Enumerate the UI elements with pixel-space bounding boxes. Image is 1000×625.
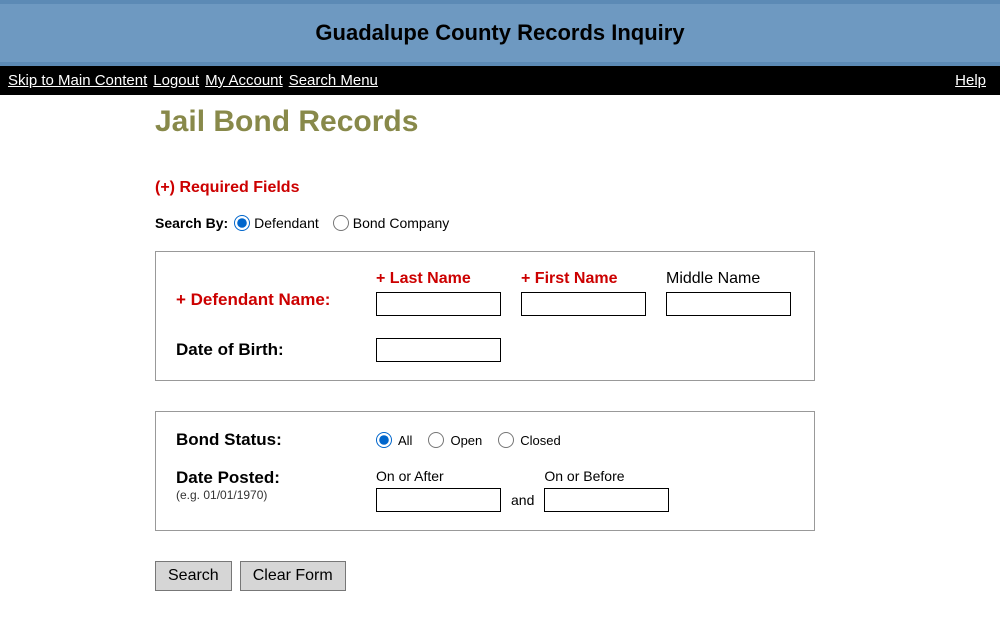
date-fields: On or After and On or Before (376, 468, 669, 512)
bond-status-row: Bond Status: All Open Closed (176, 430, 794, 450)
nav-bar: Skip to Main Content Logout My Account S… (0, 66, 1000, 95)
search-by-row: Search By: Defendant Bond Company (155, 215, 970, 231)
radio-open-label: Open (450, 433, 482, 448)
first-name-label: + First Name (521, 270, 646, 288)
my-account-link[interactable]: My Account (205, 72, 283, 89)
bond-status-radios: All Open Closed (376, 432, 571, 448)
middle-name-col: Middle Name (666, 270, 791, 316)
middle-name-label: Middle Name (666, 270, 791, 288)
clear-form-button[interactable]: Clear Form (240, 561, 346, 591)
on-before-label: On or Before (544, 468, 669, 484)
radio-all[interactable] (376, 432, 392, 448)
radio-defendant-label: Defendant (254, 215, 319, 231)
header-band: Guadalupe County Records Inquiry (0, 0, 1000, 66)
radio-bond-company[interactable] (333, 215, 349, 231)
defendant-name-label-cell: + Defendant Name: (176, 290, 356, 316)
required-fields-note: (+) Required Fields (155, 179, 970, 197)
skip-link[interactable]: Skip to Main Content (8, 72, 147, 89)
radio-defendant[interactable] (234, 215, 250, 231)
first-name-input[interactable] (521, 292, 646, 316)
radio-bond-company-label: Bond Company (353, 215, 450, 231)
dob-row: Date of Birth: (176, 338, 794, 362)
search-menu-link[interactable]: Search Menu (289, 72, 378, 89)
on-before-col: On or Before (544, 468, 669, 512)
bond-form-box: Bond Status: All Open Closed Date Posted… (155, 411, 815, 531)
defendant-name-label: + Defendant Name: (176, 290, 330, 309)
last-name-col: + Last Name (376, 270, 501, 316)
middle-name-input[interactable] (666, 292, 791, 316)
and-word: and (511, 492, 534, 512)
radio-closed-label: Closed (520, 433, 560, 448)
on-before-input[interactable] (544, 488, 669, 512)
radio-open[interactable] (428, 432, 444, 448)
bond-status-label-cell: Bond Status: (176, 430, 356, 450)
logout-link[interactable]: Logout (153, 72, 199, 89)
bond-status-label: Bond Status: (176, 430, 282, 449)
name-row: + Defendant Name: + Last Name + First Na… (176, 270, 794, 316)
dob-label-cell: Date of Birth: (176, 340, 356, 360)
radio-all-label: All (398, 433, 412, 448)
last-name-label: + Last Name (376, 270, 501, 288)
nav-left: Skip to Main Content Logout My Account S… (8, 72, 384, 89)
search-button[interactable]: Search (155, 561, 232, 591)
button-row: Search Clear Form (155, 561, 970, 591)
search-by-label: Search By: (155, 215, 228, 231)
page-heading: Jail Bond Records (155, 105, 970, 139)
help-link[interactable]: Help (955, 72, 986, 89)
radio-closed[interactable] (498, 432, 514, 448)
defendant-form-box: + Defendant Name: + Last Name + First Na… (155, 251, 815, 381)
date-posted-label-cell: Date Posted: (e.g. 01/01/1970) (176, 468, 356, 502)
dob-label: Date of Birth: (176, 340, 284, 359)
date-posted-row: Date Posted: (e.g. 01/01/1970) On or Aft… (176, 468, 794, 512)
on-after-input[interactable] (376, 488, 501, 512)
last-name-input[interactable] (376, 292, 501, 316)
dob-input[interactable] (376, 338, 501, 362)
on-after-col: On or After (376, 468, 501, 512)
page-title: Guadalupe County Records Inquiry (0, 20, 1000, 46)
on-after-label: On or After (376, 468, 501, 484)
main-content: Jail Bond Records (+) Required Fields Se… (155, 95, 970, 591)
search-by-radio-group: Defendant Bond Company (234, 215, 459, 231)
date-posted-label: Date Posted: (176, 468, 356, 488)
first-name-col: + First Name (521, 270, 646, 316)
date-posted-hint: (e.g. 01/01/1970) (176, 488, 356, 502)
